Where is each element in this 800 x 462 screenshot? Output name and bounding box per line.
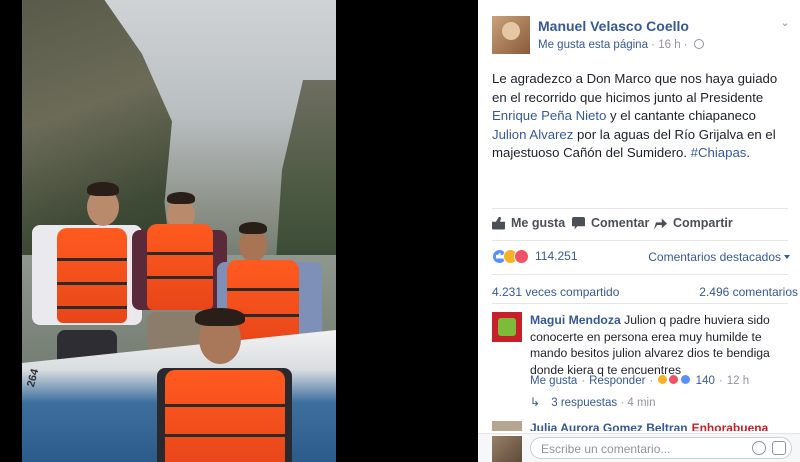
post-text-part: y el cantante chiapaneco [606,108,756,123]
commenter-avatar[interactable] [492,312,522,342]
sort-label: Comentarios destacados [648,250,781,264]
footer-separator: · [649,375,654,387]
comment-reply-link[interactable]: Responder [589,375,645,387]
post-stats: 4.231 veces compartido 2.496 comentarios [492,285,798,299]
replies-count: 3 respuestas [551,397,618,409]
love-reaction-icon [514,248,529,264]
comment-label: Comentar [591,216,650,230]
reaction-count[interactable]: 114.251 [535,249,578,263]
post-header: Manuel Velasco Coello Me gusta esta pági… [492,14,792,58]
comment-reaction-count[interactable]: 140 [696,375,715,387]
view-replies-link[interactable]: ↳ 3 respuestas · 4 min [530,395,655,409]
sticker-icon[interactable] [772,441,786,455]
hashtag-chiapas[interactable]: #Chiapas [691,145,747,160]
reply-arrow-icon: ↳ [530,395,541,409]
reactions-summary[interactable]: 114.251 [492,248,578,264]
comment-time[interactable]: 12 h [727,375,749,387]
share-icon [654,218,667,230]
thumbs-up-icon [492,216,505,230]
post-time[interactable]: 16 h [658,39,680,51]
person-front [147,308,297,462]
caret-down-icon [784,255,790,259]
mention-julion-alvarez[interactable]: Julion Alvarez [492,127,573,142]
post-text-part: . [746,145,751,160]
post-photo[interactable]: 264 [22,0,336,462]
comment-icon [572,216,585,230]
chevron-down-icon[interactable]: ⌄ [778,16,792,30]
post-panel: Manuel Velasco Coello Me gusta esta pági… [478,0,800,462]
page-like-link[interactable]: Me gusta esta página [538,39,648,51]
comment-reactions[interactable] [657,374,691,388]
divider [492,274,788,275]
post-text: Le agradezco a Don Marco que nos haya gu… [492,70,790,163]
comments-count[interactable]: 2.496 comentarios [699,285,798,299]
commenter-avatar[interactable] [492,421,522,431]
share-label: Compartir [673,216,733,230]
haha-reaction-icon [657,374,669,385]
footer-separator: · [718,375,723,387]
comment-text: Enhorabuena [691,421,769,431]
like-reaction-icon [679,374,691,385]
comment-body: Magui Mendoza Julion q padre huviera sid… [530,312,792,378]
page-avatar[interactable] [492,16,530,54]
comment-footer: Me gusta · Responder · 140 · 12 h [530,374,792,388]
divider [492,303,788,304]
comment-button[interactable]: Comentar [572,216,649,230]
like-button[interactable]: Me gusta [492,216,565,230]
user-avatar [492,436,522,462]
share-button[interactable]: Compartir [654,216,733,230]
comment-sort-dropdown[interactable]: Comentarios destacados [648,250,790,264]
action-bar: Me gusta Comentar Compartir [492,216,788,234]
comment-composer: Escribe un comentario... [478,433,800,462]
globe-icon [693,39,704,49]
post-meta: Me gusta esta página · 16 h · [538,39,704,51]
meta-separator: · [683,39,691,51]
page-name[interactable]: Manuel Velasco Coello [538,18,689,34]
like-label: Me gusta [511,216,566,230]
emoji-icon[interactable] [752,441,766,455]
divider [492,208,788,209]
comment: Julia Aurora Gomez Beltran Enhorabuena [492,421,792,431]
shares-count[interactable]: 4.231 veces compartido [492,285,619,299]
post-text-part: Le agradezco a Don Marco que nos haya gu… [492,71,778,105]
photo-viewer: 264 [0,0,478,462]
commenter-name[interactable]: Julia Aurora Gomez Beltran Enhorabuena [530,421,768,431]
comment-like-link[interactable]: Me gusta [530,375,577,387]
divider [492,240,788,241]
commenter-name[interactable]: Magui Mendoza [530,313,621,327]
footer-separator: · [581,375,586,387]
love-reaction-icon [668,374,680,385]
replies-time: 4 min [627,397,656,409]
commenter-name-text: Julia Aurora Gomez Beltran [530,421,688,431]
composer-icons [752,441,786,455]
mention-enrique-pena-nieto[interactable]: Enrique Peña Nieto [492,108,606,123]
